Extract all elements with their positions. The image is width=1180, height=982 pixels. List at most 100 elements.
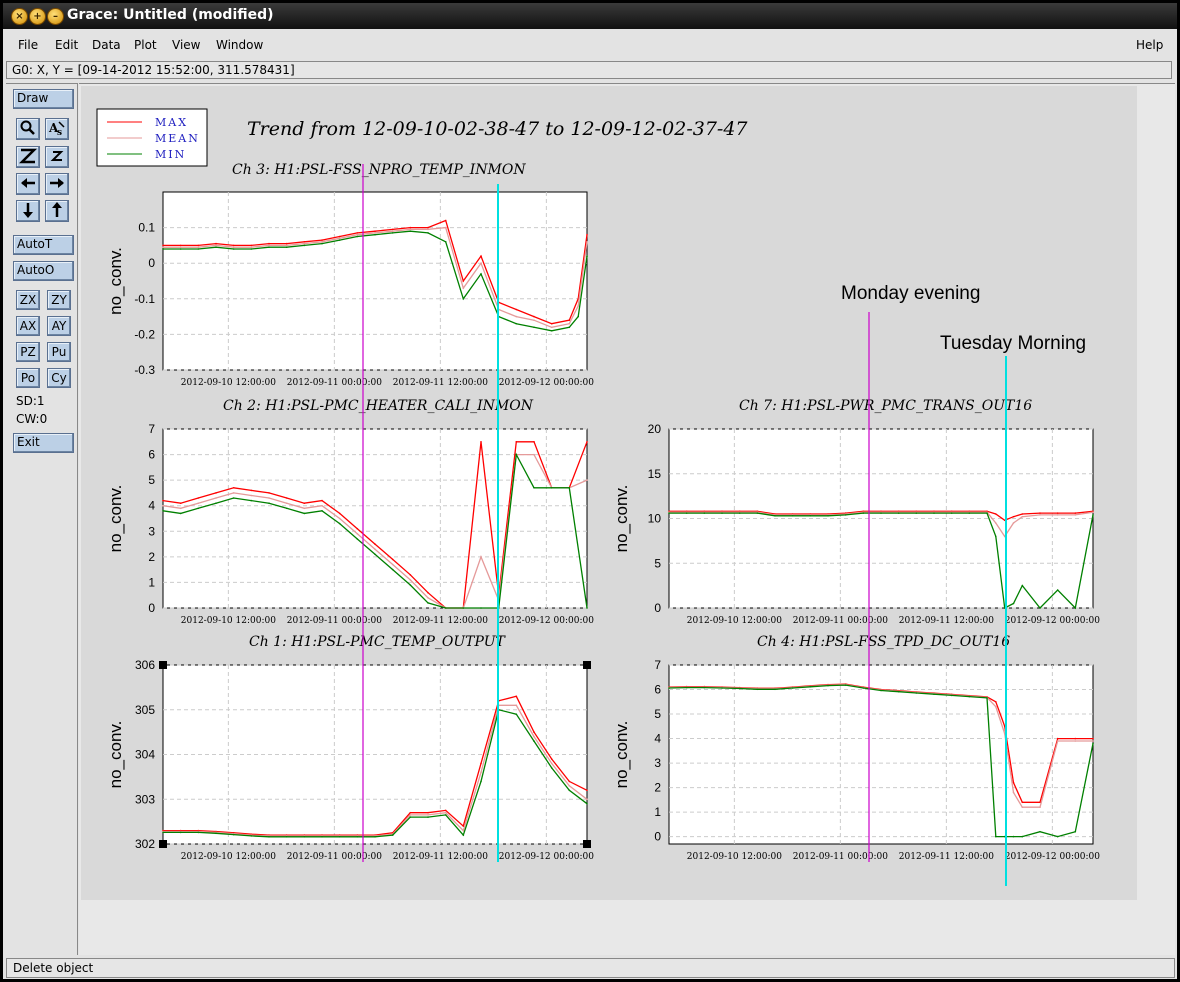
y-tick-label: 304 xyxy=(135,748,155,762)
maximize-icon[interactable]: + xyxy=(29,8,46,25)
series-min-point xyxy=(303,244,306,247)
y-tick-label: 306 xyxy=(135,658,155,672)
series-mean-point xyxy=(303,507,306,510)
series-min-point xyxy=(515,713,518,715)
series-min-point xyxy=(1056,589,1059,591)
series-min-point xyxy=(550,330,553,332)
menu-help[interactable]: Help xyxy=(1136,38,1163,52)
series-min-point xyxy=(738,687,741,690)
menu-edit[interactable]: Edit xyxy=(55,38,78,52)
up-arrow-icon[interactable] xyxy=(45,200,69,222)
graph-canvas[interactable]: MAX MEAN MIN Trend from 12-09-10-02-38-4… xyxy=(79,83,1175,955)
autoo-button[interactable]: AutoO xyxy=(13,261,74,281)
series-min-point xyxy=(462,298,465,300)
monday-annotation: Monday evening xyxy=(841,283,980,304)
series-mean-point xyxy=(215,497,217,499)
ay-button[interactable]: AY xyxy=(47,316,71,336)
chart-panel-5[interactable]: Ch 4: H1:PSL-FSS_TPD_DC_OUT16no_conv.201… xyxy=(612,634,1100,862)
ax-button[interactable]: AX xyxy=(16,316,40,336)
menu-data[interactable]: Data xyxy=(92,38,121,52)
series-min-point xyxy=(356,538,359,540)
series-min-point xyxy=(480,273,482,275)
close-icon[interactable]: × xyxy=(11,8,28,25)
chart-panel-1[interactable]: Ch 3: H1:PSL-FSS_NPRO_TEMP_INMON no_conv.… xyxy=(106,162,594,388)
series-min-point xyxy=(321,510,323,512)
y-tick-label: 0.1 xyxy=(138,221,155,235)
down-arrow-icon[interactable] xyxy=(16,200,40,222)
series-mean-point xyxy=(268,497,270,499)
series-min-point xyxy=(480,780,482,783)
series-min-point xyxy=(827,515,829,517)
menu-plot[interactable]: Plot xyxy=(134,38,157,52)
series-min-point xyxy=(444,607,447,609)
x-tick-label: 2012-09-11 12:00:00 xyxy=(899,852,994,862)
exit-button[interactable]: Exit xyxy=(13,433,74,453)
series-max-point xyxy=(409,226,412,229)
selection-handle[interactable] xyxy=(583,840,591,848)
pu-button[interactable]: Pu xyxy=(47,342,71,362)
series-mean-point xyxy=(533,319,535,321)
selection-handle[interactable] xyxy=(159,661,167,669)
draw-button[interactable]: Draw xyxy=(13,89,74,109)
x-tick-label: 2012-09-10 12:00:00 xyxy=(181,616,276,626)
x-tick-label: 2012-09-10 12:00:00 xyxy=(181,852,276,862)
series-mean-point xyxy=(215,244,217,247)
selection-handle[interactable] xyxy=(159,840,167,848)
chart-panel-2[interactable]: Ch 2: H1:PSL-PMC_HEATER_CALI_INMON no_con… xyxy=(106,398,594,626)
x-tick-label: 2012-09-11 00:00:00 xyxy=(287,852,382,862)
y-axis-label: no_conv. xyxy=(106,721,125,789)
menu-view[interactable]: View xyxy=(172,38,200,52)
series-mean-point xyxy=(356,233,359,236)
chart-panel-4[interactable]: Ch 7: H1:PSL-PWR_PMC_TRANS_OUT16 no_conv.… xyxy=(612,398,1100,626)
series-mean-point xyxy=(1012,522,1015,524)
minimize-icon[interactable]: – xyxy=(47,8,64,25)
autot-button[interactable]: AutoT xyxy=(13,235,74,255)
series-min-point xyxy=(968,695,971,698)
series-min-point xyxy=(862,687,865,689)
zy-button[interactable]: ZY xyxy=(47,290,71,310)
series-max-point xyxy=(303,502,306,505)
series-mean-point xyxy=(480,771,482,774)
selection-handle[interactable] xyxy=(583,661,591,669)
y-axis-label: no_conv. xyxy=(612,485,631,553)
series-min-point xyxy=(791,515,794,517)
series-min-point xyxy=(321,242,323,245)
locator-bar: G0: X, Y = [09-14-2012 15:52:00, 311.578… xyxy=(6,61,1172,79)
series-min-point xyxy=(685,512,688,514)
series-min-point xyxy=(1056,835,1059,838)
zoom-out-icon[interactable] xyxy=(16,146,40,168)
series-mean-point xyxy=(338,237,341,240)
series-min-point xyxy=(356,235,359,238)
series-min-point xyxy=(268,246,270,248)
series-min-point xyxy=(409,230,412,232)
legend-min-label: MIN xyxy=(155,148,186,161)
series-max-point xyxy=(515,308,518,311)
po-button[interactable]: Po xyxy=(16,368,40,388)
series-mean-point xyxy=(338,517,341,520)
series-min-point xyxy=(356,836,359,838)
magnifier-icon[interactable] xyxy=(16,118,40,140)
zx-button[interactable]: ZX xyxy=(16,290,40,310)
series-max-point xyxy=(391,558,394,561)
series-mean-point xyxy=(374,232,376,234)
series-min-point xyxy=(427,232,429,234)
right-arrow-icon[interactable] xyxy=(45,173,69,195)
y-tick-label: -0.1 xyxy=(134,292,155,306)
cy-button[interactable]: Cy xyxy=(47,368,71,388)
pz-button[interactable]: PZ xyxy=(16,342,40,362)
series-mean-point xyxy=(568,322,571,325)
series-min-point xyxy=(303,836,306,838)
series-min-point xyxy=(809,686,812,688)
series-mean-point xyxy=(480,556,482,558)
series-max-point xyxy=(338,512,341,515)
y-tick-label: 1 xyxy=(654,805,661,819)
autoscale-text-icon[interactable]: As xyxy=(45,118,69,140)
y-tick-label: 7 xyxy=(148,422,155,436)
series-mean-point xyxy=(285,502,288,505)
menu-window[interactable]: Window xyxy=(216,38,263,52)
chart-panel-3[interactable]: Ch 1: H1:PSL-PMC_TEMP_OUTPUT no_conv. 2012… xyxy=(106,634,594,862)
plot-area[interactable]: MAX MEAN MIN Trend from 12-09-10-02-38-4… xyxy=(79,84,1175,956)
zoom-in-icon[interactable] xyxy=(45,146,69,168)
menu-file[interactable]: File xyxy=(18,38,38,52)
left-arrow-icon[interactable] xyxy=(16,173,40,195)
